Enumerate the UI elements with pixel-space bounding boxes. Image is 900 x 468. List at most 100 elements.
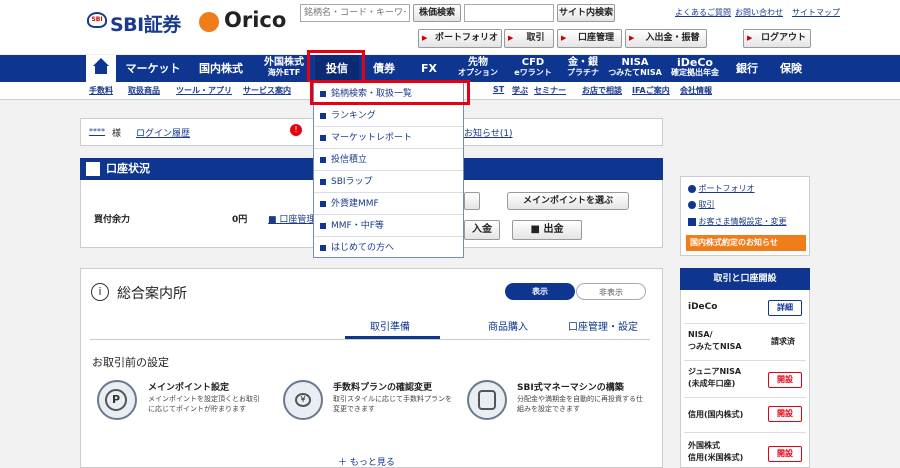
nav-nisa-sub: つみたてNISA <box>608 68 662 77</box>
nav-ideco-label: iDeCo <box>677 56 713 69</box>
dropdown-item-sbi-wrap[interactable]: SBIラップ <box>314 171 463 193</box>
row-nisa-status: 請求済 <box>771 337 795 346</box>
quick-link-customer-info-text: お客さま情報設定・変更 <box>698 217 787 226</box>
subnav-tools-apps[interactable]: ツール・アプリ <box>176 85 232 96</box>
execution-notice-banner[interactable]: 国内株式約定のお知らせ <box>686 235 806 251</box>
deposit-button[interactable]: 入金 <box>464 220 500 240</box>
home-icon[interactable] <box>86 55 116 82</box>
quick-link-portfolio[interactable]: ポートフォリオ <box>688 183 755 194</box>
nav-foreign-stock[interactable]: 外国株式 海外ETF <box>256 55 312 82</box>
main-point-button[interactable]: メインポイントを選ぶ <box>507 192 629 210</box>
buying-power-value: 0円 <box>232 215 248 225</box>
orico-logo-text: Orico <box>224 8 287 32</box>
login-history-link[interactable]: ログイン履歴 <box>136 126 190 139</box>
nav-ideco-sub: 確定拠出年金 <box>671 68 719 77</box>
site-search-input[interactable] <box>464 4 554 22</box>
nav-bank[interactable]: 銀行 <box>728 55 766 82</box>
dropdown-item-market-report[interactable]: マーケットレポート <box>314 127 463 149</box>
guide-show-toggle[interactable]: 表示 <box>505 283 575 300</box>
account-status-icon <box>86 162 100 176</box>
row-foreign-open-button[interactable]: 開設 <box>768 446 802 462</box>
info-icon: i <box>91 283 109 301</box>
card-money-machine-desc: 分配金や満期金を自動的に再投資する仕組みを設定できます <box>517 395 643 413</box>
buying-power-label: 買付余力 <box>94 215 131 225</box>
nav-futures[interactable]: 先物 オプション <box>451 55 505 82</box>
withdraw-button[interactable]: ■ 出金 <box>512 220 582 240</box>
tab-account-settings[interactable]: 口座管理・設定 <box>548 318 658 333</box>
sbi-logo-text[interactable]: SBI証券 <box>110 10 181 37</box>
quick-link-customer-info[interactable]: お客さま情報設定・変更 <box>688 216 787 227</box>
subnav-st[interactable]: ST <box>493 85 504 94</box>
sbi-logo-icon[interactable]: SBI <box>87 12 107 28</box>
row-margin-open-button[interactable]: 開設 <box>768 406 802 422</box>
dropdown-item-ranking[interactable]: ランキング <box>314 105 463 127</box>
card-fee-plan-title[interactable]: 手数料プランの確認変更 <box>333 380 432 393</box>
row-divider <box>684 360 806 361</box>
investment-trust-highlight <box>307 50 365 84</box>
nav-gold-silver[interactable]: 金・銀 プラチナ <box>561 55 605 82</box>
trade-bullet-icon <box>688 200 696 209</box>
deposit-transfer-button[interactable]: 入出金・振替 <box>625 29 707 48</box>
sitemap-link[interactable]: サイトマップ <box>792 7 840 18</box>
portfolio-bullet-icon <box>688 184 696 193</box>
dropdown-item-beginners[interactable]: はじめての方へ <box>314 237 463 259</box>
nav-market[interactable]: マーケット <box>120 55 186 82</box>
stock-search-button[interactable]: 株価検索 <box>413 4 461 22</box>
nav-foreign-stock-label: 外国株式 <box>264 57 304 68</box>
notice-link[interactable]: お知らせ(1) <box>464 126 513 139</box>
account-management-link-text: 口座管理 <box>279 215 316 225</box>
tab-purchase[interactable]: 商品購入 <box>458 318 558 333</box>
trade-button[interactable]: 取引 <box>504 29 554 48</box>
row-foreign-label: 外国株式 信用(米国株式) <box>688 441 744 462</box>
quick-link-trade[interactable]: 取引 <box>688 199 715 210</box>
row-ideco-label: iDeCo <box>688 302 718 312</box>
account-management-button[interactable]: 口座管理 <box>557 29 622 48</box>
site-search-button[interactable]: サイト内検索 <box>557 4 615 22</box>
subnav-seminar[interactable]: セミナー <box>534 85 566 96</box>
contact-link[interactable]: お問い合わせ <box>735 7 783 18</box>
card-main-point-title[interactable]: メインポイント設定 <box>148 380 229 393</box>
hidden-button-edge[interactable] <box>464 192 480 210</box>
subnav-services[interactable]: サービス案内 <box>243 85 291 96</box>
yen-coin-icon: ¥ <box>295 393 311 407</box>
stock-search-input[interactable] <box>300 4 410 22</box>
faq-link[interactable]: よくあるご質問 <box>675 7 731 18</box>
card-main-point-desc: メインポイントを設定頂くとお取引に応じてポイントが貯まります <box>148 395 260 413</box>
card-money-machine-title[interactable]: SBI式マネーマシンの構築 <box>517 380 624 393</box>
row-divider <box>684 432 806 433</box>
nav-fx[interactable]: FX <box>410 55 448 82</box>
dropdown-item-foreign-mmf[interactable]: 外貨建MMF <box>314 193 463 215</box>
tab-trade-prep[interactable]: 取引準備 <box>340 318 440 333</box>
row-divider <box>684 397 806 398</box>
logout-button[interactable]: ログアウト <box>743 29 811 48</box>
subnav-products[interactable]: 取扱商品 <box>128 85 160 96</box>
nav-domestic-stock[interactable]: 国内株式 <box>190 55 252 82</box>
dropdown-item-accumulation[interactable]: 投信積立 <box>314 149 463 171</box>
nav-cfd-sub: eワラント <box>514 68 552 77</box>
subnav-learn[interactable]: 学ぶ <box>512 85 528 96</box>
row-junior-nisa-open-button[interactable]: 開設 <box>768 372 802 388</box>
nav-nisa-label: NISA <box>621 57 649 68</box>
nav-ideco[interactable]: iDeCo 確定拠出年金 <box>665 55 725 82</box>
nav-nisa[interactable]: NISA つみたてNISA <box>608 55 662 82</box>
row-ideco-detail-button[interactable]: 詳細 <box>768 300 802 316</box>
tab-divider <box>90 339 650 340</box>
guide-hide-toggle[interactable]: 非表示 <box>576 283 646 300</box>
account-management-link[interactable]: ■ 口座管理 <box>268 212 315 225</box>
row-divider <box>684 323 806 324</box>
guide-title: 総合案内所 <box>117 286 187 302</box>
nav-cfd-label: CFD <box>521 57 545 68</box>
subnav-fees[interactable]: 手数料 <box>89 85 113 96</box>
subnav-ifa[interactable]: IFAご案内 <box>632 85 670 96</box>
portfolio-button[interactable]: ポートフォリオ <box>418 29 502 48</box>
more-link[interactable]: ＋ もっと見る <box>338 455 395 468</box>
subnav-company[interactable]: 会社情報 <box>680 85 712 96</box>
nav-cfd[interactable]: CFD eワラント <box>508 55 558 82</box>
nav-foreign-stock-sub: 海外ETF <box>267 68 301 77</box>
nav-bonds[interactable]: 債券 <box>362 55 406 82</box>
subnav-store-consult[interactable]: お店で相談 <box>582 85 622 96</box>
nav-futures-label: 先物 <box>468 57 488 68</box>
user-honorific: 様 <box>112 129 122 139</box>
dropdown-item-mmf[interactable]: MMF・中F等 <box>314 215 463 237</box>
nav-insurance[interactable]: 保険 <box>770 55 812 82</box>
